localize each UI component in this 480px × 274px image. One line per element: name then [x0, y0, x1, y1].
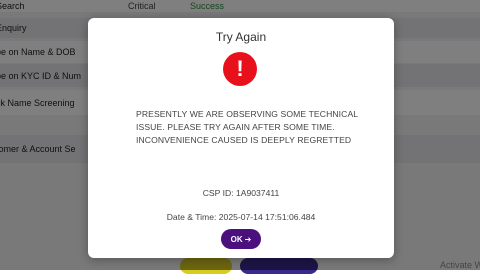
ok-button-label: OK	[230, 234, 243, 244]
dialog-title: Try Again	[215, 30, 267, 44]
arrow-right-icon: ➔	[244, 234, 252, 244]
error-message: PRESENTLY WE ARE OBSERVING SOME TECHNICA…	[136, 109, 358, 145]
date-time: Date & Time: 2025-07-14 17:51:06.484	[166, 212, 316, 222]
ok-button[interactable]: OK ➔	[221, 229, 261, 249]
csp-id: CSP ID: 1A9037411	[202, 188, 280, 198]
error-icon: !	[223, 52, 257, 86]
try-again-dialog: Try Again ! PRESENTLY WE ARE OBSERVING S…	[88, 18, 394, 258]
